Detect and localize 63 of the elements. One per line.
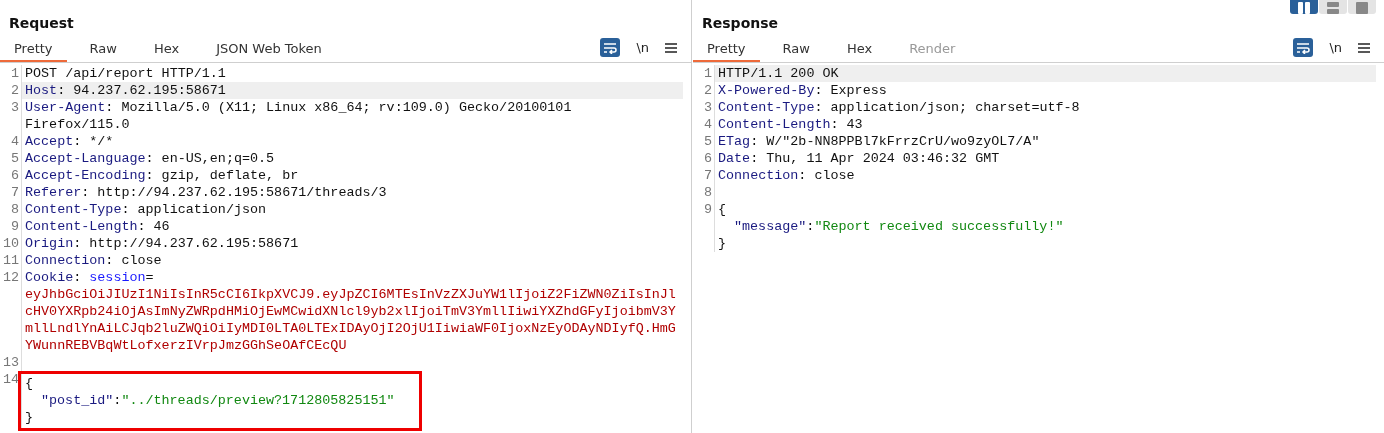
code-line: ETag: W/"2b-NN8PPBl7kFrrzCrU/wo9zyOL7/A" (714, 133, 1376, 150)
view-tab[interactable]: Raw (768, 37, 824, 62)
code-line: Content-Type: application/json; charset=utf-8 (714, 99, 1376, 116)
pane-title: Response (701, 14, 779, 33)
line-number: 14 (1, 371, 20, 389)
line-number: 4 (9, 133, 20, 150)
line-number: 10 (1, 235, 20, 252)
view-tab[interactable]: JSON Web Token (202, 37, 336, 62)
pane-title: Request (8, 14, 74, 33)
code-line: "post_id":"../threads/preview?1712805825151" (41, 392, 395, 409)
code-line: Content-Type: application/json (21, 201, 683, 218)
code-line: Origin: http://94.237.62.195:58671 (21, 235, 683, 252)
layout-toggle-button[interactable] (1348, 0, 1376, 14)
view-tab[interactable]: Pretty (693, 37, 760, 62)
newline-button[interactable]: \n (632, 40, 653, 55)
code-line: } (718, 235, 727, 252)
view-tab[interactable]: Hex (139, 37, 194, 62)
menu-icon[interactable] (665, 42, 677, 53)
word-wrap-button[interactable] (600, 38, 621, 57)
line-number: 3 (9, 99, 20, 117)
line-number: 7 (9, 184, 20, 201)
newline-button[interactable]: \n (1325, 40, 1346, 55)
line-number: 8 (702, 184, 713, 201)
line-number: 7 (702, 167, 713, 184)
code-line: { (718, 201, 727, 218)
code-line: Content-Length: 46 (21, 218, 683, 235)
line-number: 2 (702, 82, 713, 99)
code-line: Accept-Language: en-US,en;q=0.5 (21, 150, 683, 167)
line-number: 4 (702, 116, 713, 133)
line-number: 2 (9, 82, 20, 99)
code-line: Accept-Encoding: gzip, deflate, br (21, 167, 683, 184)
line-number: 13 (1, 354, 20, 371)
code-line: } (25, 409, 34, 426)
line-number: 5 (9, 150, 20, 167)
layout-toggle-button[interactable] (1319, 0, 1347, 14)
code-line: Content-Length: 43 (714, 116, 1376, 133)
code-line: { (25, 375, 34, 392)
code-line: Date: Thu, 11 Apr 2024 03:46:32 GMT (714, 150, 1376, 167)
code-line: "message":"Report received successfully!" (734, 218, 1064, 235)
line-number: 5 (702, 133, 713, 150)
line-number: 9 (9, 218, 20, 235)
view-tab[interactable]: Pretty (0, 37, 67, 62)
line-number: 6 (9, 167, 20, 184)
view-tab[interactable]: Hex (832, 37, 887, 62)
code-line: Cookie: session= eyJhbGciOiJIUzI1NiIsInR5cCI6IkpXVCJ9.eyJpZCI6MTEsInVzZXJuYW1lIjoiZ2FiZWN0ZiIsInJlcHV0YXRpb24iOjAsImNyZWRpdHMiOjEwMCwidXNlcl9yb2xlIjoiTmV3YmllIiwiYXZhdGFyIjoibmV3YmllLndlYnAiLCJqb2luZWQiOiIyMDI0LTA0LTExIDAyOjI2OjU1IiwiaWF0IjoxNzEyODAyNDIyfQ.HmGYWunnREBVBqWtLofxerzIVrpJmzGGhSeOAfCEcQU (21, 269, 683, 354)
layout-toggle-button[interactable] (1290, 0, 1318, 14)
line-number: 11 (1, 252, 20, 269)
word-wrap-button[interactable] (1293, 38, 1314, 57)
code-line: Connection: close (714, 167, 1376, 184)
line-number: 1 (702, 65, 713, 82)
line-number: 3 (702, 99, 713, 116)
line-number: 1 (9, 65, 20, 82)
line-number: 9 (702, 201, 713, 219)
view-tab[interactable]: Raw (75, 37, 131, 62)
code-line: X-Powered-By: Express (714, 82, 1376, 99)
line-number: 6 (702, 150, 713, 167)
menu-icon[interactable] (1358, 42, 1370, 53)
code-line: Accept: */* (21, 133, 683, 150)
line-number: 12 (1, 269, 20, 287)
line-number: 8 (9, 201, 20, 218)
code-line: Connection: close (21, 252, 683, 269)
code-line: User-Agent: Mozilla/5.0 (X11; Linux x86_64; rv:109.0) Gecko/20100101 Firefox/115.0 (21, 99, 683, 133)
code-line: Referer: http://94.237.62.195:58671/threads/3 (21, 184, 683, 201)
